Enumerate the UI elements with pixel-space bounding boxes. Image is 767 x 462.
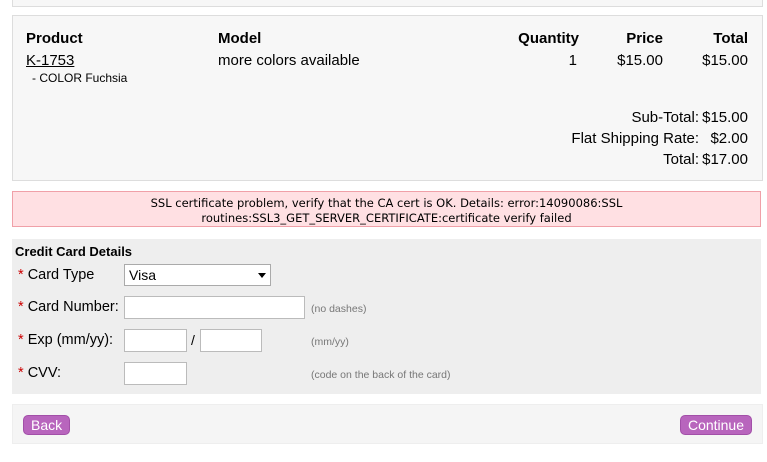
exp-label: * Exp (mm/yy):: [18, 332, 114, 348]
shipping-value: $2.00: [710, 130, 748, 147]
exp-year-input[interactable]: [200, 329, 262, 352]
exp-hint: (mm/yy): [311, 336, 349, 348]
card-type-value: Visa: [129, 267, 156, 283]
cvv-input[interactable]: [124, 362, 187, 385]
required-mark: *: [18, 267, 24, 283]
exp-month-input[interactable]: [124, 329, 187, 352]
error-line-1: SSL certificate problem, verify that the…: [150, 196, 623, 210]
product-model: more colors available: [218, 52, 360, 69]
header-quantity: Quantity: [518, 30, 579, 47]
button-bar: Back Continue: [12, 404, 763, 444]
card-type-label: * Card Type: [18, 267, 95, 283]
total-value: $17.00: [702, 151, 748, 168]
product-quantity: 1: [568, 52, 577, 69]
total-label: Total:: [663, 151, 699, 168]
cvv-label: * CVV:: [18, 365, 61, 381]
product-option: - COLOR Fuchsia: [32, 71, 128, 85]
card-number-hint: (no dashes): [311, 303, 367, 315]
required-mark: *: [18, 332, 24, 348]
cvv-hint: (code on the back of the card): [311, 369, 451, 381]
cart-summary-panel: Product Model Quantity Price Total K-175…: [12, 15, 763, 181]
credit-card-title: Credit Card Details: [15, 244, 133, 259]
card-type-select[interactable]: Visa: [124, 264, 271, 286]
header-product: Product: [26, 30, 83, 47]
exp-separator: /: [191, 332, 195, 348]
subtotal-value: $15.00: [702, 109, 748, 126]
subtotal-label: Sub-Total:: [631, 109, 699, 126]
continue-button[interactable]: Continue: [679, 415, 752, 435]
card-number-input[interactable]: [124, 296, 305, 319]
card-number-label: * Card Number:: [18, 299, 119, 315]
product-total: $15.00: [702, 52, 748, 69]
header-price: Price: [626, 30, 663, 47]
chevron-down-icon: [258, 273, 266, 278]
top-panel: [12, 0, 763, 7]
product-price: $15.00: [617, 52, 663, 69]
back-button[interactable]: Back: [23, 415, 71, 435]
required-mark: *: [18, 299, 24, 315]
required-mark: *: [18, 365, 24, 381]
shipping-label: Flat Shipping Rate:: [571, 130, 699, 147]
ssl-error-message: SSL certificate problem, verify that the…: [12, 191, 761, 227]
header-model: Model: [218, 30, 262, 47]
product-link[interactable]: K-1753: [26, 52, 74, 69]
error-line-2: routines:SSL3_GET_SERVER_CERTIFICATE:cer…: [201, 211, 572, 225]
header-total: Total: [713, 30, 748, 47]
credit-card-panel: Credit Card Details * Card Type Visa * C…: [12, 239, 761, 394]
